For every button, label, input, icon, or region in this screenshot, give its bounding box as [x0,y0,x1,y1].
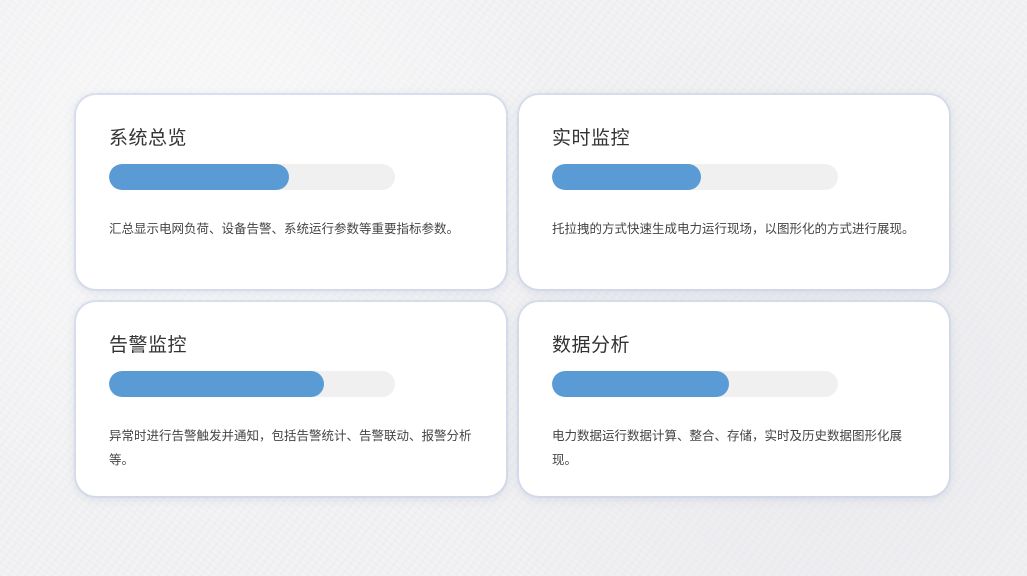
progress-track [109,164,395,190]
feature-card-grid: 系统总览 汇总显示电网负荷、设备告警、系统运行参数等重要指标参数。 实时监控 托… [76,95,950,497]
card-realtime-monitoring: 实时监控 托拉拽的方式快速生成电力运行现场，以图形化的方式进行展现。 [519,95,949,289]
card-system-overview: 系统总览 汇总显示电网负荷、设备告警、系统运行参数等重要指标参数。 [76,95,506,289]
card-description: 汇总显示电网负荷、设备告警、系统运行参数等重要指标参数。 [109,221,460,236]
card-title: 实时监控 [552,127,631,149]
card-description: 电力数据运行数据计算、整合、存储，实时及历史数据图形化展现。 [552,428,903,467]
card-description: 异常时进行告警触发并通知，包括告警统计、告警联动、报警分析等。 [109,428,472,467]
progress-fill [552,371,730,397]
progress-fill [109,371,324,397]
progress-fill [109,164,290,190]
progress-track [109,371,395,397]
card-title: 告警监控 [109,334,188,356]
progress-track [552,371,838,397]
card-data-analysis: 数据分析 电力数据运行数据计算、整合、存储，实时及历史数据图形化展现。 [519,302,949,496]
card-title: 数据分析 [552,334,631,356]
progress-fill [552,164,701,190]
card-description: 托拉拽的方式快速生成电力运行现场，以图形化的方式进行展现。 [552,221,915,236]
card-alarm-monitoring: 告警监控 异常时进行告警触发并通知，包括告警统计、告警联动、报警分析等。 [76,302,506,496]
card-title: 系统总览 [109,127,188,149]
progress-track [552,164,838,190]
